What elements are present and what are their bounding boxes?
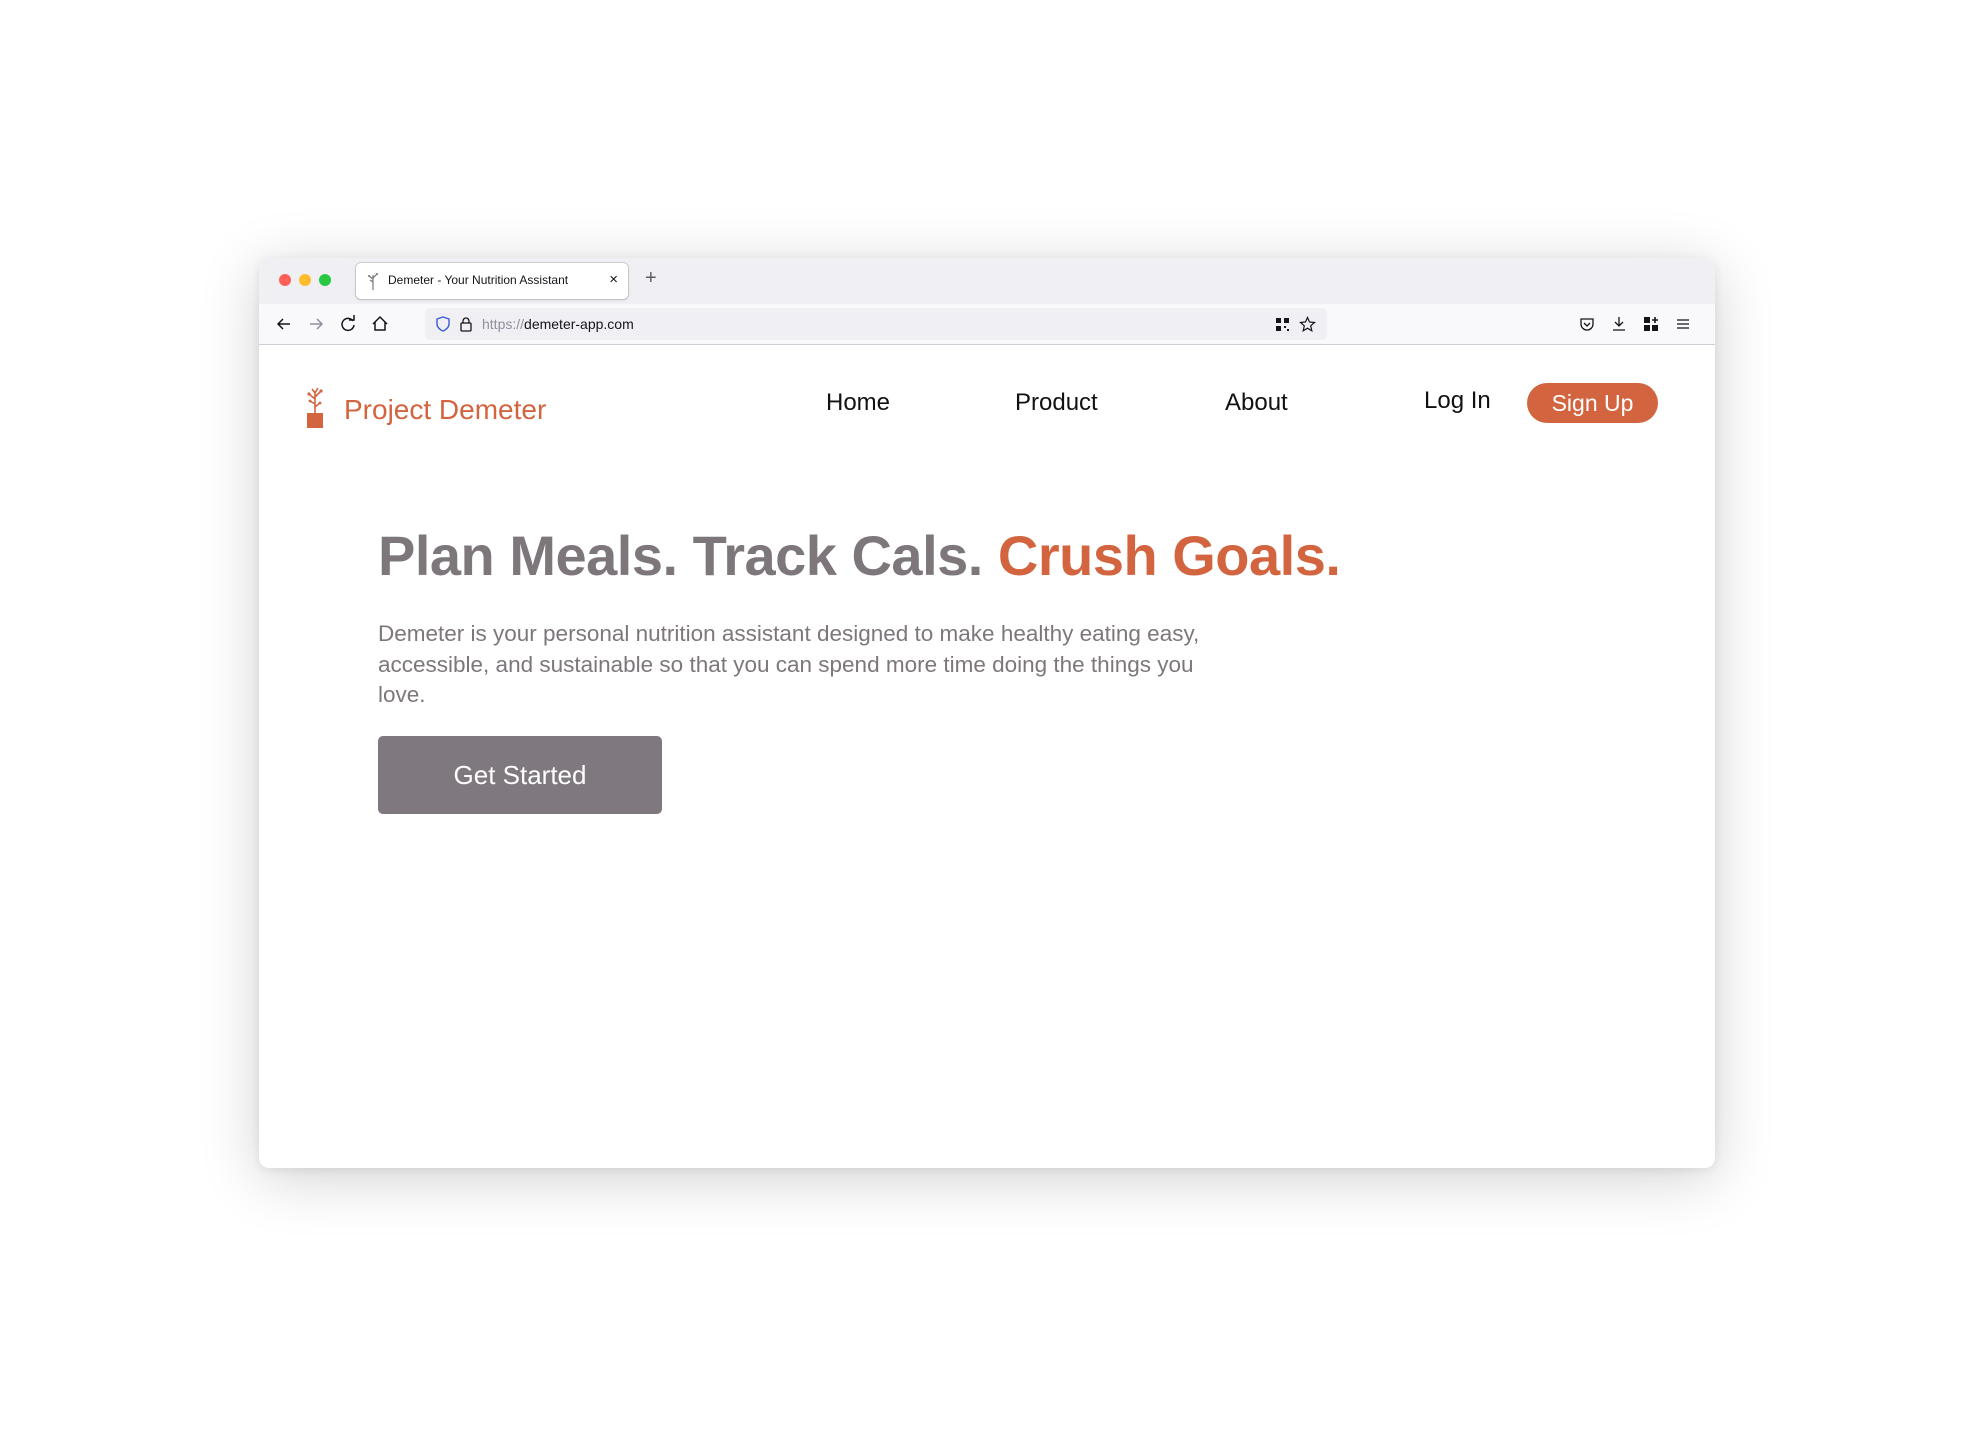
hero-title-accent: Crush Goals. — [997, 524, 1341, 587]
browser-window: Demeter - Your Nutrition Assistant × + h… — [259, 258, 1715, 1168]
forward-icon[interactable] — [305, 313, 327, 335]
close-window-button[interactable] — [279, 274, 291, 286]
tab-bar: Demeter - Your Nutrition Assistant × + — [259, 258, 1715, 304]
pocket-icon[interactable] — [1579, 316, 1595, 332]
shield-icon[interactable] — [435, 316, 451, 332]
qr-icon[interactable] — [1275, 317, 1290, 332]
url-text[interactable]: https://demeter-app.com — [482, 316, 634, 332]
hero-description: Demeter is your personal nutrition assis… — [378, 621, 1200, 707]
download-icon[interactable] — [1611, 315, 1627, 332]
login-link[interactable]: Log In — [1424, 387, 1491, 415]
hero-title-main: Plan Meals. Track Cals. — [378, 524, 998, 587]
minimize-window-button[interactable] — [299, 274, 311, 286]
maximize-window-button[interactable] — [319, 274, 331, 286]
plant-favicon-icon — [368, 273, 378, 290]
url-host: demeter-app.com — [524, 316, 634, 332]
url-bar[interactable]: https://demeter-app.com — [425, 308, 1327, 340]
plant-pot-logo-icon — [307, 387, 323, 428]
nav-about-link[interactable]: About — [1225, 389, 1288, 417]
tab-close-icon[interactable]: × — [609, 272, 618, 288]
site-header: Project Demeter Home Product About Log I… — [259, 345, 1715, 455]
get-started-button[interactable]: Get Started — [378, 736, 662, 814]
back-icon[interactable] — [273, 313, 295, 335]
tab-title: Demeter - Your Nutrition Assistant — [388, 273, 569, 287]
nav-home-link[interactable]: Home — [826, 389, 890, 417]
new-tab-button[interactable]: + — [645, 267, 657, 289]
url-scheme: https:// — [482, 316, 525, 332]
extensions-icon[interactable] — [1643, 316, 1659, 332]
hero-title: Plan Meals. Track Cals. Crush Goals. — [378, 523, 1341, 588]
lock-icon[interactable] — [459, 316, 473, 332]
reload-icon[interactable] — [337, 313, 359, 335]
signup-button[interactable]: Sign Up — [1527, 383, 1658, 423]
home-icon[interactable] — [369, 313, 391, 335]
nav-product-link[interactable]: Product — [1015, 389, 1098, 417]
bookmark-star-icon[interactable] — [1299, 316, 1316, 333]
brand-name[interactable]: Project Demeter — [344, 394, 546, 426]
menu-icon[interactable] — [1675, 316, 1691, 332]
browser-tab[interactable]: Demeter - Your Nutrition Assistant × — [356, 263, 628, 299]
browser-toolbar: https://demeter-app.com — [259, 304, 1715, 345]
